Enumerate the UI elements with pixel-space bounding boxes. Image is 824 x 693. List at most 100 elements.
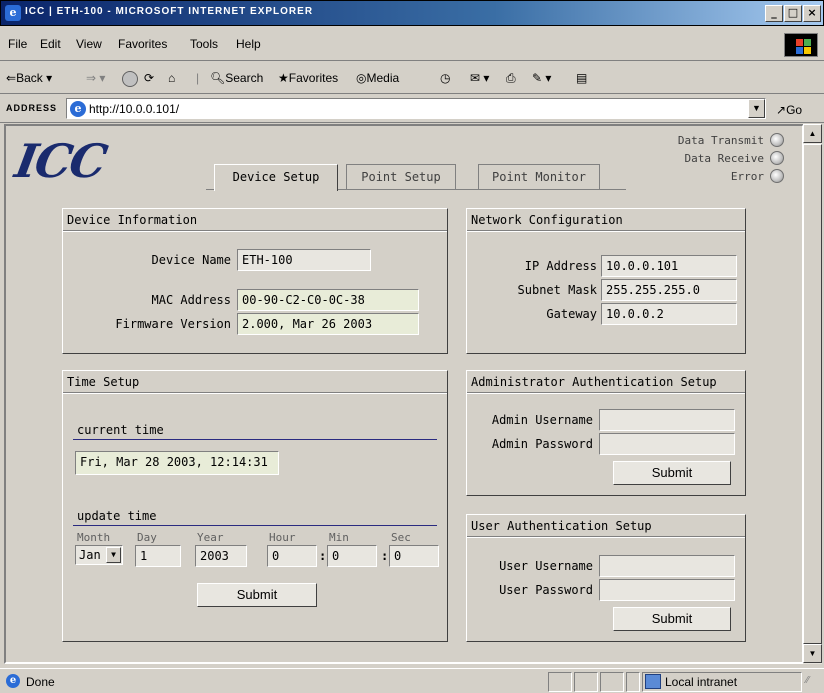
month-value: Jan xyxy=(79,548,101,562)
ip-address-label: IP Address xyxy=(524,259,597,273)
media-icon: ◎ xyxy=(356,71,367,85)
gateway-field[interactable]: 10.0.0.2 xyxy=(601,303,737,325)
minimize-button[interactable]: _ xyxy=(765,5,783,22)
home-icon[interactable]: ⌂ xyxy=(168,71,175,85)
resize-grip-icon[interactable]: ⁄⁄ xyxy=(806,675,809,686)
admin-username-input[interactable] xyxy=(599,409,735,431)
discuss-icon[interactable]: ▤ xyxy=(576,71,587,85)
hour-input[interactable]: 0 xyxy=(267,545,317,567)
refresh-icon[interactable]: ⟳ xyxy=(144,71,154,85)
device-name-label: Device Name xyxy=(151,253,231,267)
min-sec-separator: : xyxy=(381,549,389,563)
current-time-label: current time xyxy=(77,423,164,437)
admin-auth-title: Administrator Authentication Setup xyxy=(467,371,745,394)
min-input[interactable]: 0 xyxy=(327,545,377,567)
maximize-button[interactable]: □ xyxy=(784,5,802,22)
address-url: http://10.0.0.101/ xyxy=(89,102,180,116)
update-time-rule xyxy=(73,525,437,526)
status-pane xyxy=(548,672,572,692)
admin-password-input[interactable] xyxy=(599,433,735,455)
update-time-label: update time xyxy=(77,509,157,523)
firmware-version-label: Firmware Version xyxy=(115,317,231,331)
network-config-title: Network Configuration xyxy=(467,209,745,232)
hour-col-label: Hour xyxy=(269,531,296,544)
address-bar: ADDRESS e http://10.0.0.101/ ▼ ↗Go xyxy=(0,95,824,123)
gateway-label: Gateway xyxy=(546,307,597,321)
go-arrow-icon: ↗ xyxy=(776,103,787,117)
time-submit-button[interactable]: Submit xyxy=(197,583,317,607)
sec-input[interactable]: 0 xyxy=(389,545,439,567)
print-icon[interactable]: ⎙ xyxy=(506,71,516,86)
status-pane xyxy=(574,672,598,692)
mail-icon[interactable]: ✉ ▾ xyxy=(470,71,489,85)
address-dropdown-button[interactable]: ▼ xyxy=(748,99,765,118)
day-col-label: Day xyxy=(137,531,157,544)
firmware-version-field: 2.000, Mar 26 2003 xyxy=(237,313,419,335)
menu-file[interactable]: File xyxy=(8,37,27,51)
ie-icon: e xyxy=(5,5,21,21)
scroll-up-icon[interactable]: ▲ xyxy=(803,124,822,143)
favorites-icon: ★ xyxy=(278,71,289,85)
menu-view[interactable]: View xyxy=(76,37,102,51)
admin-password-label: Admin Password xyxy=(491,437,593,451)
close-button[interactable]: × xyxy=(803,5,821,22)
menu-favorites[interactable]: Favorites xyxy=(118,37,167,51)
user-submit-button[interactable]: Submit xyxy=(613,607,731,631)
month-col-label: Month xyxy=(77,531,111,544)
device-name-field[interactable]: ETH-100 xyxy=(237,249,371,271)
edit-icon[interactable]: ✎ ▾ xyxy=(532,71,551,85)
user-password-label: User Password xyxy=(499,583,593,597)
time-setup-panel: Time Setup current time Fri, Mar 28 2003… xyxy=(62,370,448,642)
device-info-title: Device Information xyxy=(63,209,447,232)
search-icon: 🔍︎ xyxy=(210,71,226,85)
data-receive-led-icon xyxy=(770,151,784,165)
vertical-scrollbar[interactable]: ▲ ▼ xyxy=(803,124,822,664)
tab-point-setup[interactable]: Point Setup xyxy=(346,164,456,190)
stop-icon[interactable] xyxy=(122,71,138,87)
tab-device-setup[interactable]: Device Setup xyxy=(214,164,338,191)
month-select[interactable]: Jan ▼ xyxy=(75,545,123,565)
status-bar: e Done Local intranet ⁄⁄ xyxy=(0,668,824,693)
status-text: Done xyxy=(26,675,55,689)
scroll-thumb[interactable] xyxy=(803,144,822,644)
window-title: ICC | ETH-100 - MICROSOFT INTERNET EXPLO… xyxy=(25,6,314,17)
current-time-field: Fri, Mar 28 2003, 12:14:31 xyxy=(75,451,279,475)
done-page-icon: e xyxy=(6,674,20,688)
year-input[interactable]: 2003 xyxy=(195,545,247,567)
menu-edit[interactable]: Edit xyxy=(40,37,61,51)
title-bar: e ICC | ETH-100 - MICROSOFT INTERNET EXP… xyxy=(0,0,824,26)
current-time-rule xyxy=(73,439,437,440)
month-dropdown-icon[interactable]: ▼ xyxy=(106,547,121,563)
intranet-icon xyxy=(645,674,661,689)
subnet-mask-field[interactable]: 255.255.255.0 xyxy=(601,279,737,301)
subnet-mask-label: Subnet Mask xyxy=(517,283,597,297)
media-button[interactable]: ◎Media xyxy=(356,71,399,85)
status-pane xyxy=(600,672,624,692)
history-icon[interactable]: ◷ xyxy=(440,71,450,85)
data-transmit-label: Data Transmit xyxy=(677,134,764,147)
favorites-button[interactable]: ★Favorites xyxy=(278,71,338,85)
menu-help[interactable]: Help xyxy=(236,37,261,51)
page-icon: e xyxy=(70,101,86,117)
admin-submit-button[interactable]: Submit xyxy=(613,461,731,485)
icc-logo: ICC xyxy=(11,134,110,188)
scroll-down-icon[interactable]: ▼ xyxy=(803,644,822,663)
forward-button[interactable]: ⇒ ▾ xyxy=(86,71,105,85)
address-input[interactable]: e http://10.0.0.101/ xyxy=(66,98,766,119)
admin-auth-panel: Administrator Authentication Setup Admin… xyxy=(466,370,746,496)
search-button[interactable]: 🔍︎Search xyxy=(210,71,263,85)
tab-point-monitor[interactable]: Point Monitor xyxy=(478,164,600,190)
error-led-icon xyxy=(770,169,784,183)
menu-tools[interactable]: Tools xyxy=(190,37,218,51)
user-username-label: User Username xyxy=(499,559,593,573)
toolbar: ⇐Back ▾ ⇒ ▾ ⟳ ⌂ | 🔍︎Search ★Favorites ◎M… xyxy=(0,62,824,94)
user-password-input[interactable] xyxy=(599,579,735,601)
day-input[interactable]: 1 xyxy=(135,545,181,567)
user-auth-panel: User Authentication Setup User Username … xyxy=(466,514,746,642)
zone-pane: Local intranet xyxy=(642,672,802,692)
address-label: ADDRESS xyxy=(6,103,58,113)
back-button[interactable]: ⇐Back ▾ xyxy=(6,71,52,85)
ip-address-field[interactable]: 10.0.0.101 xyxy=(601,255,737,277)
go-button[interactable]: ↗Go xyxy=(776,103,802,117)
user-username-input[interactable] xyxy=(599,555,735,577)
